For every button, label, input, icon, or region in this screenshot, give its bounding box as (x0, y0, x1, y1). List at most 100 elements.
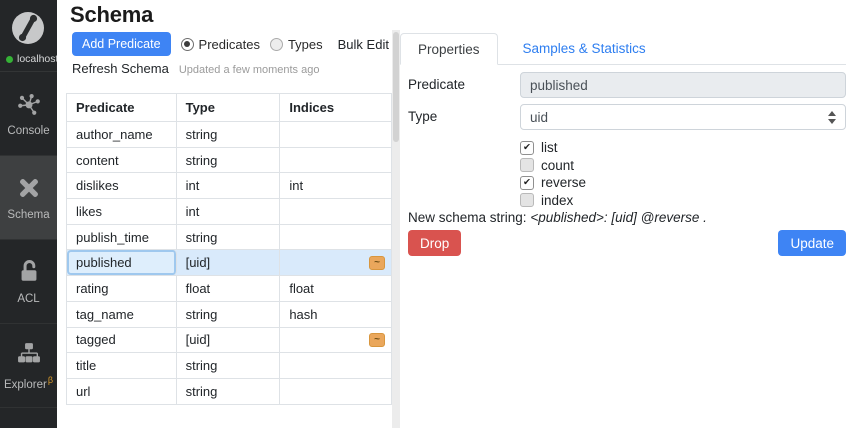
select-spinner-icon (828, 111, 836, 124)
update-button[interactable]: Update (778, 230, 846, 256)
dgraph-logo-icon (10, 10, 46, 51)
checkbox-unchecked-icon[interactable] (520, 158, 534, 172)
cell-type[interactable]: string (177, 122, 281, 147)
cell-indices[interactable] (280, 199, 391, 224)
cell-indices[interactable]: ~ (280, 328, 391, 353)
cell-indices[interactable] (280, 148, 391, 173)
cell-type[interactable]: [uid] (177, 250, 281, 275)
add-predicate-button[interactable]: Add Predicate (72, 32, 171, 56)
reverse-badge: ~ (369, 333, 385, 347)
bulk-edit-button[interactable]: Bulk Edit (338, 37, 389, 52)
sidebar-brand[interactable]: localhost (0, 0, 57, 72)
column-header-indices: Indices (280, 94, 391, 121)
radio-types[interactable]: Types (270, 37, 323, 52)
table-row[interactable]: dislikesintint (67, 173, 391, 199)
cell-indices[interactable]: hash (280, 302, 391, 327)
cell-predicate[interactable]: url (67, 379, 177, 404)
drop-button[interactable]: Drop (408, 230, 461, 256)
reverse-badge: ~ (369, 256, 385, 270)
cell-predicate[interactable]: published (67, 250, 177, 275)
sidebar-item-explorer[interactable]: Explorerβ (0, 324, 57, 408)
graph-icon (15, 90, 43, 118)
table-row[interactable]: contentstring (67, 148, 391, 174)
cell-type[interactable]: int (177, 173, 281, 198)
cell-predicate[interactable]: dislikes (67, 173, 177, 198)
checkbox-count[interactable]: count (520, 157, 586, 175)
schema-string: New schema string: <published>: [uid] @r… (408, 210, 707, 225)
table-row[interactable]: publish_timestring (67, 225, 391, 251)
cell-predicate[interactable]: likes (67, 199, 177, 224)
cell-predicate[interactable]: tag_name (67, 302, 177, 327)
cell-type[interactable]: string (177, 225, 281, 250)
sidebar-item-label: Schema (7, 209, 49, 221)
cell-indices[interactable]: int (280, 173, 391, 198)
checkbox-checked-icon[interactable]: ✔ (520, 176, 534, 190)
cell-indices[interactable]: float (280, 276, 391, 301)
tab-samples-statistics[interactable]: Samples & Statistics (498, 33, 671, 64)
table-row[interactable]: ratingfloatfloat (67, 276, 391, 302)
sidebar-item-label: Explorerβ (4, 375, 53, 391)
cell-indices[interactable]: ~ (280, 250, 391, 275)
updated-timestamp: Updated a few moments ago (179, 64, 320, 76)
cell-predicate[interactable]: content (67, 148, 177, 173)
checkbox-label: count (541, 158, 574, 173)
schema-list-panel: Schema Add Predicate Predicates Types Bu… (57, 0, 392, 428)
checkbox-index[interactable]: index (520, 192, 586, 210)
sidebar: localhost Console (0, 0, 57, 428)
predicate-input[interactable]: published (520, 72, 846, 98)
column-header-predicate: Predicate (67, 94, 177, 121)
checkbox-label: reverse (541, 175, 586, 190)
checkbox-unchecked-icon[interactable] (520, 193, 534, 207)
table-row[interactable]: urlstring (67, 379, 391, 405)
cell-type[interactable]: string (177, 148, 281, 173)
cell-type[interactable]: int (177, 199, 281, 224)
table-row[interactable]: likesint (67, 199, 391, 225)
column-header-type: Type (177, 94, 281, 121)
cell-predicate[interactable]: author_name (67, 122, 177, 147)
radio-predicates[interactable]: Predicates (181, 37, 260, 52)
lock-icon (15, 258, 43, 286)
schema-icon (15, 174, 43, 202)
sidebar-item-console[interactable]: Console (0, 72, 57, 156)
predicates-table: Predicate Type Indices author_namestring… (66, 93, 392, 405)
table-row[interactable]: published[uid] ~ (67, 250, 391, 276)
checkbox-label: list (541, 140, 558, 155)
cell-type[interactable]: string (177, 353, 281, 378)
predicate-field-label: Predicate (408, 77, 465, 92)
table-row[interactable]: author_namestring (67, 122, 391, 148)
cell-predicate[interactable]: title (67, 353, 177, 378)
sidebar-item-label: ACL (17, 293, 39, 305)
sidebar-item-acl[interactable]: ACL (0, 240, 57, 324)
connection-status[interactable]: localhost (6, 53, 58, 65)
table-row[interactable]: titlestring (67, 353, 391, 379)
schema-toolbar: Add Predicate Predicates Types Bulk Edit (72, 32, 389, 56)
cell-indices[interactable] (280, 122, 391, 147)
refresh-schema-button[interactable]: Refresh Schema (72, 61, 169, 76)
cell-predicate[interactable]: publish_time (67, 225, 177, 250)
type-select[interactable]: uid (520, 104, 846, 130)
sidebar-item-schema[interactable]: Schema (0, 156, 57, 240)
checkbox-checked-icon[interactable]: ✔ (520, 141, 534, 155)
cell-indices[interactable] (280, 379, 391, 404)
cell-type[interactable]: float (177, 276, 281, 301)
detail-tabs: Properties Samples & Statistics (400, 33, 846, 65)
tab-properties[interactable]: Properties (400, 33, 498, 65)
checkbox-list[interactable]: ✔ list (520, 139, 586, 157)
table-header: Predicate Type Indices (67, 94, 391, 122)
cell-indices[interactable] (280, 225, 391, 250)
table-row[interactable]: tagged[uid] ~ (67, 328, 391, 354)
sidebar-item-label: Console (7, 125, 49, 137)
cell-predicate[interactable]: rating (67, 276, 177, 301)
cell-predicate[interactable]: tagged (67, 328, 177, 353)
radio-selected-icon[interactable] (181, 38, 194, 51)
radio-unselected-icon[interactable] (270, 38, 283, 51)
table-row[interactable]: tag_namestringhash (67, 302, 391, 328)
cell-type[interactable]: string (177, 379, 281, 404)
cell-type[interactable]: string (177, 302, 281, 327)
panel-scrollbar[interactable] (392, 30, 400, 428)
connection-label: localhost (17, 53, 58, 65)
cell-type[interactable]: [uid] (177, 328, 281, 353)
cell-indices[interactable] (280, 353, 391, 378)
scrollbar-thumb[interactable] (393, 32, 399, 142)
checkbox-reverse[interactable]: ✔ reverse (520, 174, 586, 192)
